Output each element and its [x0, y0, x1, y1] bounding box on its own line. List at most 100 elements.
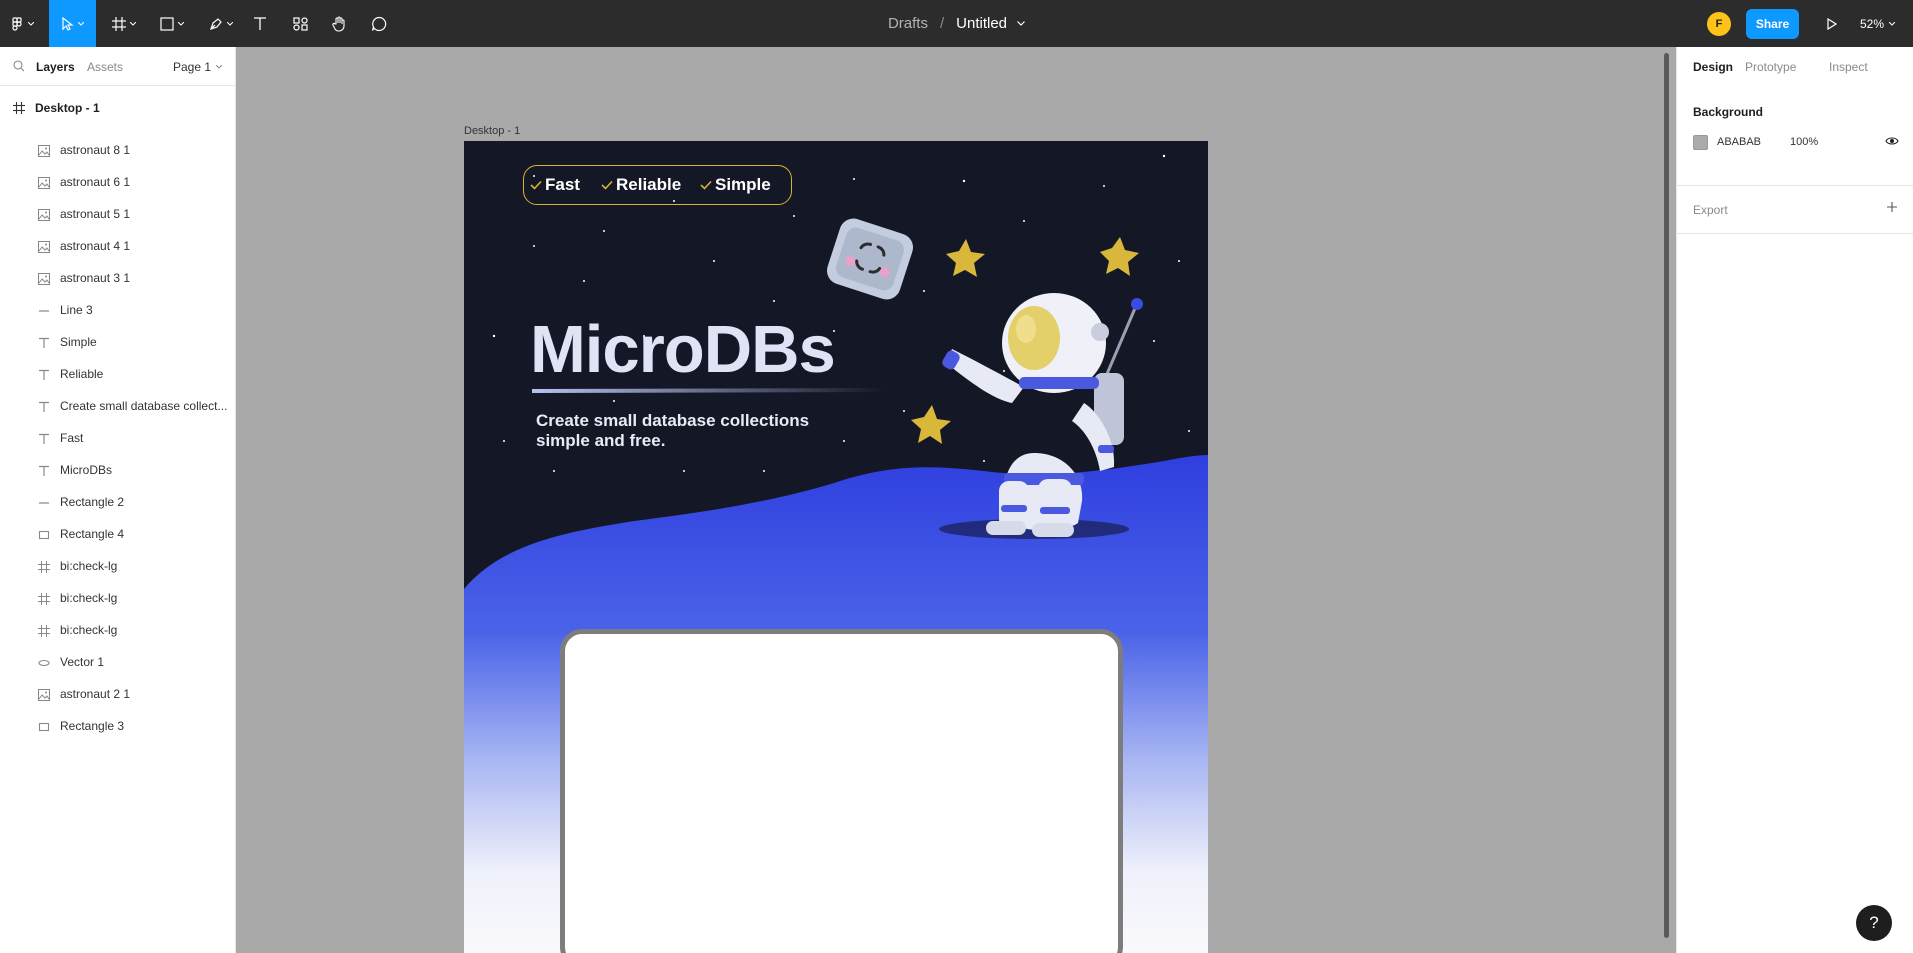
text-icon: [37, 432, 51, 446]
text-icon: [37, 336, 51, 350]
frame-tool-button[interactable]: [106, 0, 142, 47]
tab-prototype[interactable]: Prototype: [1745, 60, 1796, 74]
present-button[interactable]: [1820, 12, 1844, 36]
layer-name: MicroDBs: [60, 463, 113, 477]
chevron-down-icon: [130, 21, 136, 26]
layer-row[interactable]: MicroDBs: [0, 455, 235, 487]
layer-row[interactable]: astronaut 5 1: [0, 199, 235, 231]
chevron-down-icon[interactable]: [1017, 21, 1025, 26]
resources-tool-button[interactable]: [289, 0, 313, 47]
layer-row[interactable]: bi:check-lg: [0, 615, 235, 647]
layer-name: Reliable: [60, 367, 104, 381]
rectangle-icon: [37, 720, 51, 734]
canvas[interactable]: Desktop - 1 Fast Reliable Simple MicroDB…: [236, 47, 1676, 953]
user-avatar[interactable]: F: [1707, 12, 1731, 36]
frame-label[interactable]: Desktop - 1: [464, 125, 520, 137]
layer-name: astronaut 8 1: [60, 143, 131, 157]
file-title[interactable]: Untitled: [956, 15, 1007, 32]
eye-icon[interactable]: [1885, 136, 1899, 146]
layer-row[interactable]: bi:check-lg: [0, 551, 235, 583]
layer-row[interactable]: astronaut 2 1: [0, 679, 235, 711]
check-icon: [601, 180, 613, 190]
background-opacity-input[interactable]: 100%: [1790, 136, 1818, 148]
layer-row[interactable]: Line 3: [0, 295, 235, 327]
image-icon: [37, 240, 51, 254]
left-panel-tabs: Layers Assets Page 1: [0, 47, 235, 86]
text-icon: [37, 368, 51, 382]
layer-name: Simple: [60, 335, 97, 349]
layer-row[interactable]: astronaut 3 1: [0, 263, 235, 295]
layer-name: Rectangle 2: [60, 495, 125, 509]
vertical-scrollbar[interactable]: [1664, 53, 1669, 938]
feature-simple: Simple: [700, 175, 771, 195]
comment-bubble-icon: [371, 16, 387, 31]
layer-row[interactable]: Reliable: [0, 359, 235, 391]
text-icon: [37, 400, 51, 414]
page-selector[interactable]: Page 1: [173, 60, 223, 74]
frame-hash-icon: [112, 16, 126, 31]
hand-tool-button[interactable]: [328, 0, 352, 47]
layer-list: astronaut 8 1 astronaut 6 1 astronaut 5 1 a…: [0, 135, 235, 743]
breadcrumb-drafts-link[interactable]: Drafts: [888, 15, 928, 32]
main-menu-button[interactable]: [6, 0, 40, 47]
right-panel-tabs: Design Prototype Inspect: [1677, 47, 1913, 86]
tab-assets[interactable]: Assets: [87, 60, 123, 74]
feature-label: Simple: [715, 175, 771, 194]
layer-row-frame[interactable]: Desktop - 1: [0, 92, 235, 124]
pen-nib-icon: [210, 17, 222, 30]
tab-layers[interactable]: Layers: [36, 60, 75, 74]
layer-row[interactable]: Create small database collect...: [0, 391, 235, 423]
comment-tool-button[interactable]: [367, 0, 391, 47]
figma-logo-icon: [12, 16, 22, 31]
vector-icon: [37, 656, 51, 670]
properties-panel: Design Prototype Inspect Background ABAB…: [1676, 47, 1913, 953]
tab-design[interactable]: Design: [1693, 60, 1733, 74]
zoom-dropdown[interactable]: 52%: [1860, 12, 1896, 36]
layer-row[interactable]: Simple: [0, 327, 235, 359]
layer-name: astronaut 4 1: [60, 239, 131, 253]
design-headline: MicroDBs: [530, 312, 836, 387]
layer-row[interactable]: Rectangle 2: [0, 487, 235, 519]
feature-label: Reliable: [616, 175, 682, 194]
layer-row[interactable]: astronaut 4 1: [0, 231, 235, 263]
layer-row[interactable]: Vector 1: [0, 647, 235, 679]
divider: [1677, 185, 1913, 186]
cursor-arrow-icon: [61, 16, 74, 31]
share-button[interactable]: Share: [1746, 9, 1799, 39]
export-section-title: Export: [1693, 203, 1728, 217]
move-tool-button[interactable]: [49, 0, 96, 47]
layer-row[interactable]: Rectangle 4: [0, 519, 235, 551]
help-button[interactable]: ?: [1856, 905, 1892, 941]
layer-name: astronaut 6 1: [60, 175, 131, 189]
layer-name: bi:check-lg: [60, 623, 118, 637]
layer-row[interactable]: Fast: [0, 423, 235, 455]
page-selector-label: Page 1: [173, 60, 212, 74]
design-frame[interactable]: Fast Reliable Simple MicroDBs Create sma…: [464, 141, 1208, 953]
layer-name: Line 3: [60, 303, 93, 317]
pen-tool-button[interactable]: [203, 0, 239, 47]
layer-name: astronaut 5 1: [60, 207, 131, 221]
layer-row[interactable]: bi:check-lg: [0, 583, 235, 615]
search-icon[interactable]: [13, 60, 25, 72]
layer-row[interactable]: astronaut 8 1: [0, 135, 235, 167]
layer-name: Fast: [60, 431, 84, 445]
text-tool-button[interactable]: [248, 0, 272, 47]
background-color-swatch[interactable]: [1693, 135, 1708, 150]
design-subline: Create small database collections simple…: [536, 411, 810, 450]
shape-tool-button[interactable]: [154, 0, 190, 47]
plus-icon[interactable]: [1886, 201, 1898, 213]
chevron-down-icon: [1889, 22, 1896, 26]
line-icon: [37, 304, 51, 318]
tab-inspect[interactable]: Inspect: [1829, 60, 1868, 74]
image-icon: [37, 176, 51, 190]
line-icon: [37, 496, 51, 510]
layer-row[interactable]: astronaut 6 1: [0, 167, 235, 199]
frame-icon: [37, 560, 51, 574]
background-hex-input[interactable]: ABABAB: [1717, 136, 1761, 148]
image-icon: [37, 144, 51, 158]
layer-name: Rectangle 4: [60, 527, 125, 541]
breadcrumb-separator: /: [939, 15, 945, 32]
zoom-label: 52%: [1860, 17, 1885, 31]
layer-row[interactable]: Rectangle 3: [0, 711, 235, 743]
feature-reliable: Reliable: [601, 175, 681, 195]
